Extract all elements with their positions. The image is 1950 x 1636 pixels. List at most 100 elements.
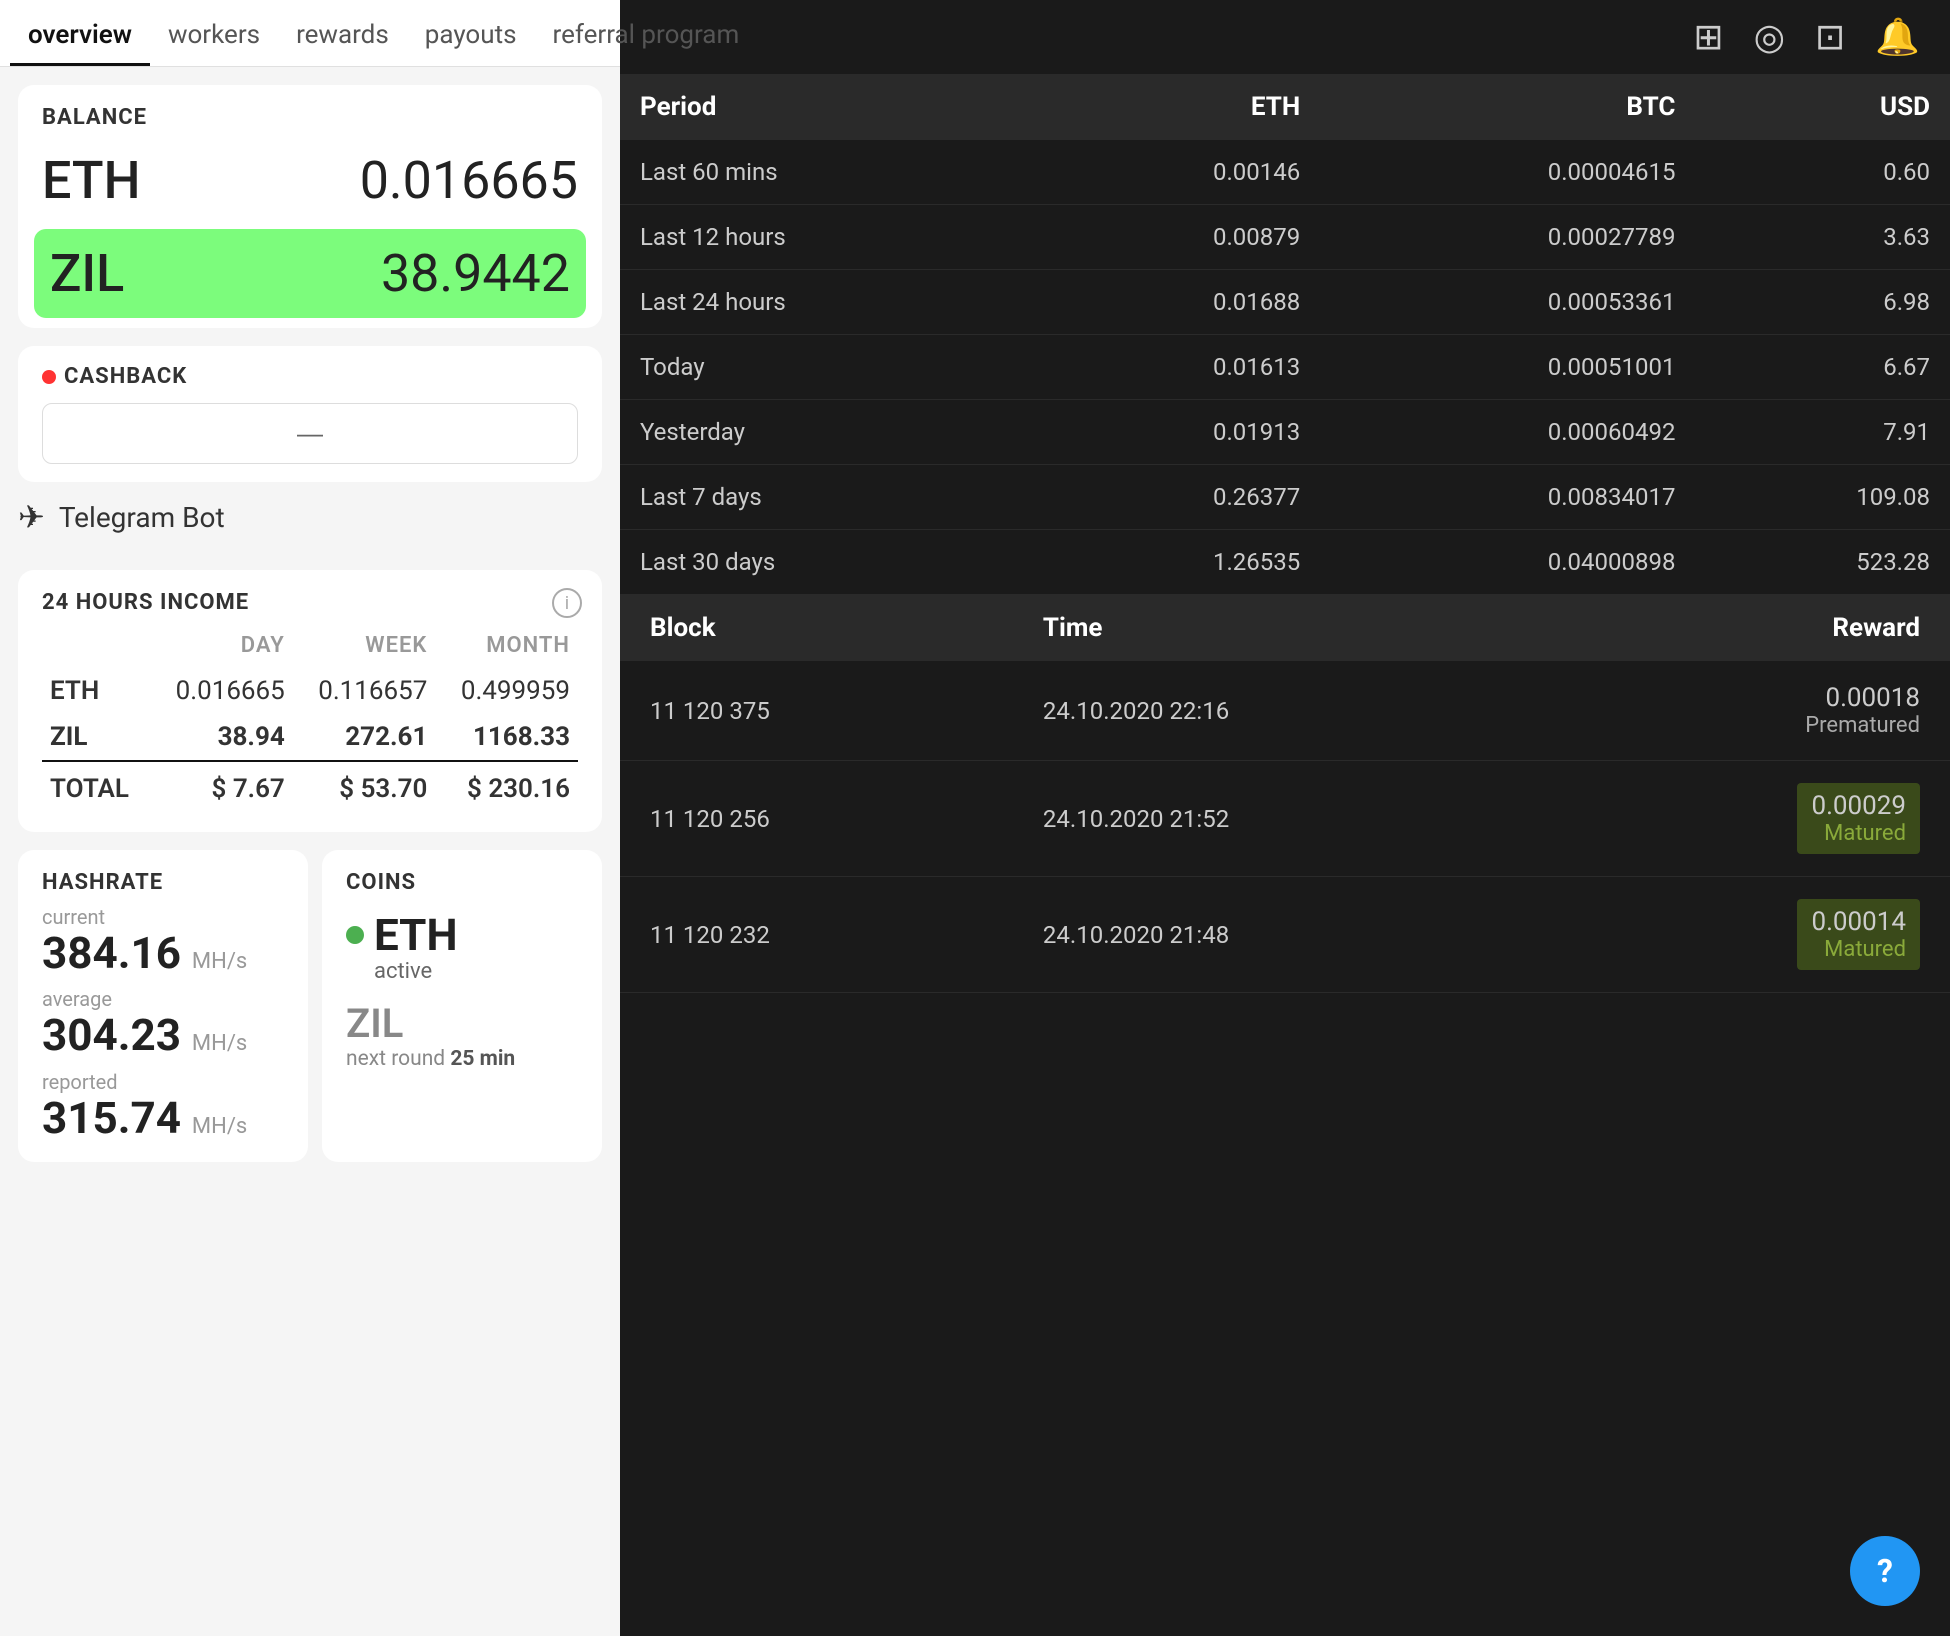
hashrate-average-label: average (42, 987, 284, 1011)
hashrate-card: HASHRATE current 384.16 MH/s average 304… (18, 850, 308, 1162)
fab-button[interactable]: ? (1850, 1536, 1920, 1606)
table-row: Last 7 days 0.26377 0.00834017 109.08 (620, 465, 1950, 530)
earnings-col-usd: USD (1695, 74, 1950, 140)
bell-icon[interactable]: 🔔 (1875, 16, 1920, 58)
balance-label: BALANCE (42, 105, 578, 130)
hashrate-current-value: 384.16 MH/s (42, 929, 284, 977)
coin-item-eth[interactable]: ETH active (346, 911, 578, 984)
hashrate-current-label: current (42, 905, 284, 929)
btc-cell: 0.00053361 (1320, 270, 1695, 335)
earnings-col-period: Period (620, 74, 1036, 140)
circle-arrows-icon[interactable]: ◎ (1754, 16, 1785, 58)
bottom-section: HASHRATE current 384.16 MH/s average 304… (18, 850, 602, 1162)
income-zil-month: 1168.33 (435, 714, 578, 761)
btc-cell: 0.00834017 (1320, 465, 1695, 530)
hashrate-title: HASHRATE (42, 870, 284, 895)
income-eth-week: 0.116657 (293, 668, 436, 714)
usd-cell: 0.60 (1695, 140, 1950, 205)
question-icon: ? (1877, 1552, 1893, 1590)
period-cell: Last 60 mins (620, 140, 1036, 205)
tab-payouts[interactable]: payouts (407, 0, 535, 66)
period-cell: Last 7 days (620, 465, 1036, 530)
usd-cell: 6.67 (1695, 335, 1950, 400)
eth-cell: 0.00879 (1036, 205, 1321, 270)
table-row: Today 0.01613 0.00051001 6.67 (620, 335, 1950, 400)
telegram-label: Telegram Bot (59, 501, 225, 534)
hashrate-reported-label: reported (42, 1070, 284, 1094)
earnings-section: Period ETH BTC USD Last 60 mins 0.00146 … (620, 74, 1950, 595)
income-zil-day: 38.94 (150, 714, 293, 761)
zil-coin-name: ZIL (346, 1000, 578, 1047)
tab-rewards[interactable]: rewards (278, 0, 407, 66)
tab-workers[interactable]: workers (150, 0, 278, 66)
balance-card: BALANCE ETH 0.016665 ZIL 38.9442 (18, 85, 602, 328)
btc-cell: 0.00027789 (1320, 205, 1695, 270)
blocks-table: Block Time Reward 11 120 375 24.10.2020 … (620, 595, 1950, 993)
eth-cell: 0.26377 (1036, 465, 1321, 530)
zil-balance-row: ZIL 38.9442 (34, 229, 586, 318)
right-content: Period ETH BTC USD Last 60 mins 0.00146 … (620, 74, 1950, 1636)
income-eth-day: 0.016665 (150, 668, 293, 714)
block-time: 24.10.2020 21:48 (1013, 877, 1551, 993)
income-card: 24 HOURS INCOME i DAY WEEK MONTH ETH 0.0… (18, 570, 602, 832)
hashrate-reported-unit: MH/s (192, 1114, 247, 1139)
coin-item-zil[interactable]: ZIL next round 25 min (346, 1000, 578, 1071)
telegram-icon: ✈ (18, 498, 45, 536)
eth-cell: 0.01613 (1036, 335, 1321, 400)
telegram-row[interactable]: ✈ Telegram Bot (0, 482, 620, 552)
cashback-input[interactable] (42, 403, 578, 464)
period-cell: Last 24 hours (620, 270, 1036, 335)
eth-cell: 0.01688 (1036, 270, 1321, 335)
income-col-coin (42, 629, 150, 668)
table-row: Last 60 mins 0.00146 0.00004615 0.60 (620, 140, 1950, 205)
table-row: 11 120 256 24.10.2020 21:52 0.00029 Matu… (620, 761, 1950, 877)
eth-coin-status: active (346, 959, 578, 984)
tab-overview[interactable]: overview (10, 0, 150, 66)
block-number: 11 120 256 (620, 761, 1013, 877)
zil-balance-amount: 38.9442 (381, 243, 570, 304)
table-row: Yesterday 0.01913 0.00060492 7.91 (620, 400, 1950, 465)
income-row-zil: ZIL 38.94 272.61 1168.33 (42, 714, 578, 761)
earnings-col-eth: ETH (1036, 74, 1321, 140)
cashback-title: CASHBACK (64, 364, 187, 389)
cashback-label: CASHBACK (42, 364, 578, 389)
block-number: 11 120 232 (620, 877, 1013, 993)
income-col-week: WEEK (293, 629, 436, 668)
right-panel: ⊞ ◎ ⊡ 🔔 Period ETH BTC USD Last 60 mins (620, 0, 1950, 1636)
period-cell: Last 30 days (620, 530, 1036, 595)
block-reward: 0.00029 Matured (1551, 761, 1950, 877)
eth-active-dot (346, 926, 364, 944)
table-row: 11 120 375 24.10.2020 22:16 0.00018 Prem… (620, 661, 1950, 761)
table-row: Last 24 hours 0.01688 0.00053361 6.98 (620, 270, 1950, 335)
folder-icon[interactable]: ⊡ (1815, 16, 1845, 58)
period-cell: Yesterday (620, 400, 1036, 465)
info-icon[interactable]: i (552, 588, 582, 618)
blocks-col-block: Block (620, 595, 1013, 661)
income-col-month: MONTH (435, 629, 578, 668)
block-time: 24.10.2020 21:52 (1013, 761, 1551, 877)
block-time: 24.10.2020 22:16 (1013, 661, 1551, 761)
block-reward: 0.00018 Prematured (1551, 661, 1950, 761)
earnings-col-btc: BTC (1320, 74, 1695, 140)
usd-cell: 109.08 (1695, 465, 1950, 530)
eth-cell: 1.26535 (1036, 530, 1321, 595)
btc-cell: 0.04000898 (1320, 530, 1695, 595)
income-row-total: TOTAL $ 7.67 $ 53.70 $ 230.16 (42, 761, 578, 812)
eth-cell: 0.00146 (1036, 140, 1321, 205)
coins-title: COINS (346, 870, 578, 895)
hashrate-average-value: 304.23 MH/s (42, 1011, 284, 1059)
tab-referral[interactable]: referral program (535, 0, 758, 66)
income-total-month: $ 230.16 (435, 761, 578, 812)
table-row: 11 120 232 24.10.2020 21:48 0.00014 Matu… (620, 877, 1950, 993)
hashrate-average-unit: MH/s (192, 1031, 247, 1056)
income-zil-week: 272.61 (293, 714, 436, 761)
income-eth-month: 0.499959 (435, 668, 578, 714)
income-eth-coin: ETH (42, 668, 150, 714)
table-row: Last 12 hours 0.00879 0.00027789 3.63 (620, 205, 1950, 270)
eth-balance-amount: 0.016665 (360, 150, 578, 211)
eth-cell: 0.01913 (1036, 400, 1321, 465)
usd-cell: 523.28 (1695, 530, 1950, 595)
layers-icon[interactable]: ⊞ (1693, 16, 1723, 58)
hashrate-current-unit: MH/s (192, 949, 247, 974)
blocks-col-time: Time (1013, 595, 1551, 661)
